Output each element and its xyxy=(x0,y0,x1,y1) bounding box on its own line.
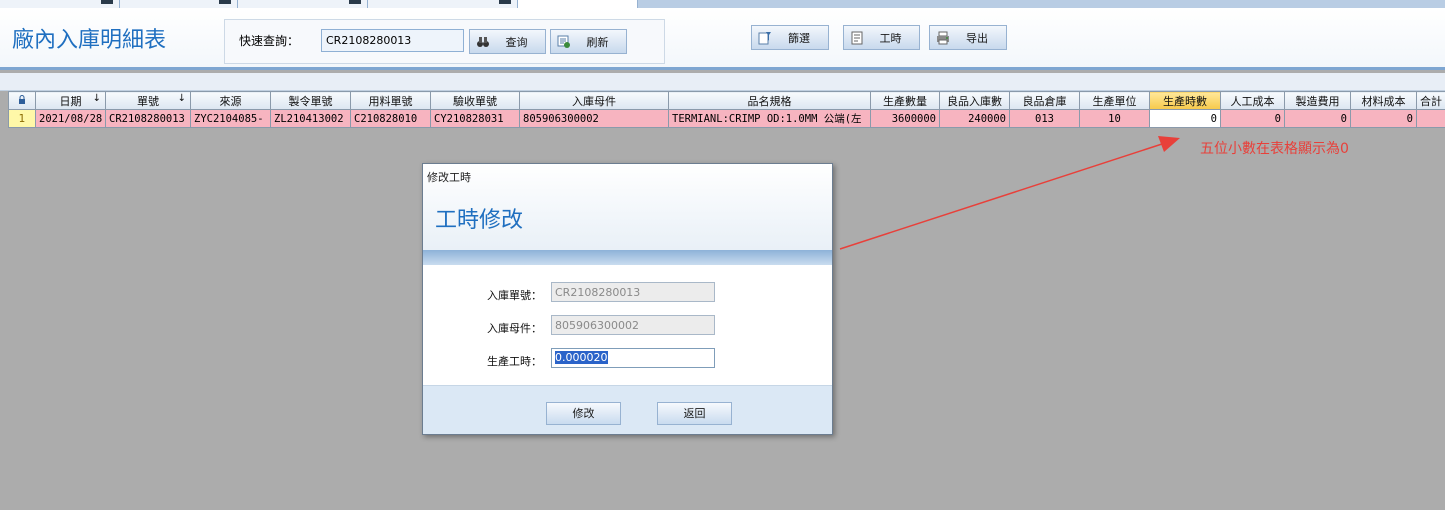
prod-hours-field[interactable]: 0.000020 xyxy=(551,348,715,368)
dialog-body: 入庫單號： 入庫母件： 生產工時： 0.000020 xyxy=(427,265,828,385)
prod-hours-label: 生產工時： xyxy=(487,355,542,368)
annotation-text: 五位小數在表格顯示為0 xyxy=(1200,141,1349,157)
dialog-header: 修改工時 工時修改 xyxy=(423,164,832,250)
dialog-title: 工時修改 xyxy=(435,208,524,233)
back-button[interactable]: 返回 xyxy=(657,402,732,425)
doc-no-label: 入庫單號： xyxy=(487,289,542,302)
doc-no-field xyxy=(551,282,715,302)
dialog-caption: 修改工時 xyxy=(427,171,471,184)
parent-item-field xyxy=(551,315,715,335)
dialog-divider xyxy=(423,250,832,265)
modify-button[interactable]: 修改 xyxy=(546,402,621,425)
edit-worktime-dialog: 修改工時 工時修改 入庫單號： 入庫母件： 生產工時： 0.000020 修改 … xyxy=(422,163,833,435)
dialog-footer: 修改 返回 xyxy=(423,385,832,434)
parent-item-label: 入庫母件： xyxy=(487,322,542,335)
